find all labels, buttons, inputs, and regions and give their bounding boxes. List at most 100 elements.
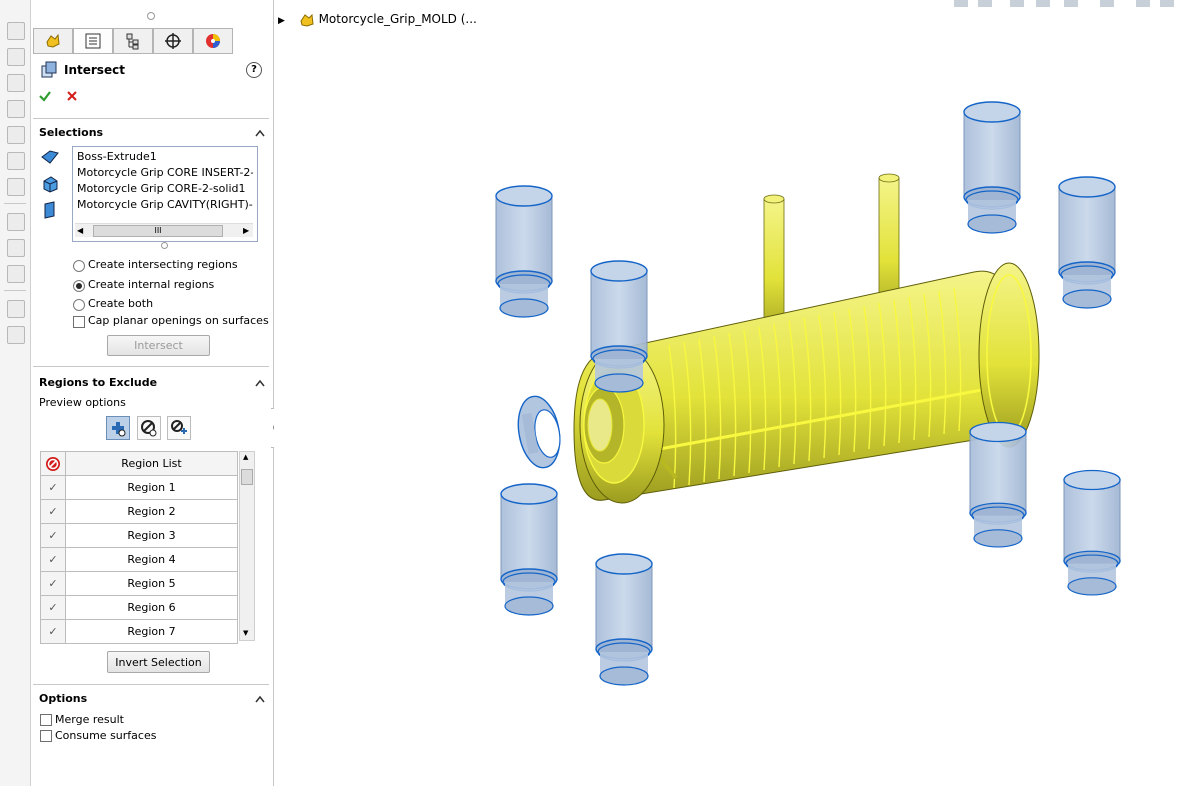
- table-row[interactable]: ✓ Region 5: [40, 571, 238, 596]
- region-list-table: Region List ✓ Region 1 ✓ Region 2 ✓ Region …: [40, 451, 238, 644]
- scroll-up-arrow-icon[interactable]: ▲: [243, 453, 248, 461]
- tool-icon-3[interactable]: [7, 74, 25, 92]
- tab-feature-manager[interactable]: [33, 28, 73, 54]
- preview-show-excluded-button[interactable]: [137, 416, 161, 440]
- intersect-button[interactable]: Intersect: [107, 335, 210, 356]
- body-select-icon: [41, 150, 59, 164]
- table-row[interactable]: ✓ Region 4: [40, 547, 238, 572]
- display-manager-icon: [206, 34, 220, 48]
- consume-surfaces-checkbox[interactable]: [40, 730, 52, 742]
- add-region-icon: [112, 422, 126, 437]
- region-list-scrollbar[interactable]: ▲ ▼: [239, 451, 255, 641]
- no-entry-icon: [46, 456, 60, 471]
- selections-section-title: Selections: [39, 126, 104, 139]
- region-label: Region 6: [65, 595, 238, 620]
- preview-show-both-button[interactable]: [167, 416, 191, 440]
- radio-internal-regions[interactable]: [73, 280, 85, 292]
- tool-strip: [0, 0, 31, 786]
- merge-result-label: Merge result: [55, 713, 124, 726]
- scroll-thumb[interactable]: III: [93, 225, 223, 237]
- row-checkmark-icon[interactable]: ✓: [48, 553, 57, 566]
- option-label: Create intersecting regions: [88, 258, 238, 271]
- merge-result-checkbox[interactable]: [40, 714, 52, 726]
- region-list-column-header[interactable]: Region List: [65, 451, 238, 476]
- help-icon[interactable]: ?: [246, 62, 262, 78]
- scroll-down-arrow-icon[interactable]: ▼: [243, 629, 248, 637]
- collapse-chevron-icon[interactable]: [255, 694, 265, 704]
- row-checkmark-icon[interactable]: ✓: [48, 529, 57, 542]
- selection-item[interactable]: Motorcycle Grip CAVITY(RIGHT)-1-s: [77, 198, 253, 211]
- row-checkmark-icon[interactable]: ✓: [48, 481, 57, 494]
- tool-separator: [4, 203, 26, 204]
- table-row[interactable]: ✓ Region 1: [40, 475, 238, 500]
- tool-icon-11[interactable]: [7, 300, 25, 318]
- cancel-x-icon[interactable]: [66, 90, 78, 102]
- region-label: Region 2: [65, 499, 238, 524]
- region-label: Region 1: [65, 475, 238, 500]
- table-row[interactable]: ✓ Region 6: [40, 595, 238, 620]
- selection-item[interactable]: Motorcycle Grip CORE-2-solid1: [77, 182, 253, 195]
- both-region-icon: [171, 420, 187, 434]
- tab-configuration-manager[interactable]: [113, 28, 153, 54]
- row-checkmark-icon[interactable]: ✓: [48, 601, 57, 614]
- table-row[interactable]: ✓ Region 2: [40, 499, 238, 524]
- exclude-column-header: [40, 451, 66, 476]
- table-row[interactable]: ✓ Region 3: [40, 523, 238, 548]
- invert-selection-button[interactable]: Invert Selection: [107, 651, 210, 673]
- region-label: Region 7: [65, 619, 238, 644]
- scroll-left-arrow-icon[interactable]: ◀: [77, 226, 83, 235]
- tool-icon-6[interactable]: [7, 152, 25, 170]
- radio-create-both[interactable]: [73, 299, 85, 311]
- region-label: Region 3: [65, 523, 238, 548]
- divider: [33, 118, 269, 119]
- selection-item[interactable]: Boss-Extrude1: [77, 150, 253, 163]
- options-section-title: Options: [39, 692, 88, 705]
- consume-surfaces-label: Consume surfaces: [55, 729, 157, 742]
- divider: [33, 366, 269, 367]
- tab-dimxpert[interactable]: [153, 28, 193, 54]
- mold-model-scene: [495, 101, 1121, 686]
- selection-item[interactable]: Motorcycle Grip CORE INSERT-2-so: [77, 166, 253, 179]
- preview-show-included-button[interactable]: [106, 416, 130, 440]
- ok-checkmark-icon[interactable]: [38, 89, 52, 103]
- row-checkmark-icon[interactable]: ✓: [48, 505, 57, 518]
- region-list-header: Region List: [40, 451, 238, 476]
- option-label: Create internal regions: [88, 278, 215, 291]
- cap-planar-label: Cap planar openings on surfaces: [88, 314, 269, 327]
- tool-icon-8[interactable]: [7, 213, 25, 231]
- tool-icon-1[interactable]: [7, 22, 25, 40]
- tab-display-manager[interactable]: [193, 28, 233, 54]
- graphics-viewport[interactable]: ▶ Motorcycle_Grip_MOLD (...: [274, 0, 1186, 786]
- divider: [33, 684, 269, 685]
- tool-icon-9[interactable]: [7, 239, 25, 257]
- preview-options-label: Preview options: [39, 396, 126, 409]
- radio-intersecting-regions[interactable]: [73, 260, 85, 272]
- tool-icon-4[interactable]: [7, 100, 25, 118]
- feature-manager-icon: [46, 33, 60, 48]
- tool-icon-2[interactable]: [7, 48, 25, 66]
- dimxpert-icon: [165, 33, 181, 49]
- feature-title: Intersect: [64, 63, 125, 77]
- tool-icon-5[interactable]: [7, 126, 25, 144]
- scroll-right-arrow-icon[interactable]: ▶: [243, 226, 249, 235]
- panel-splitter-grip[interactable]: [147, 12, 155, 20]
- tool-icon-10[interactable]: [7, 265, 25, 283]
- horizontal-scrollbar[interactable]: ◀ III ▶: [75, 223, 253, 237]
- list-resize-grip[interactable]: [161, 242, 168, 249]
- property-manager-icon: [85, 33, 101, 49]
- tool-icon-12[interactable]: [7, 326, 25, 344]
- exclude-region-icon: [141, 420, 157, 437]
- tab-property-manager[interactable]: [73, 28, 113, 54]
- row-checkmark-icon[interactable]: ✓: [48, 625, 57, 638]
- tool-icon-7[interactable]: [7, 178, 25, 196]
- collapse-chevron-icon[interactable]: [255, 378, 265, 388]
- option-label: Create both: [88, 297, 154, 310]
- row-checkmark-icon[interactable]: ✓: [48, 577, 57, 590]
- scroll-thumb[interactable]: [241, 469, 253, 485]
- cap-planar-checkbox[interactable]: [73, 316, 85, 328]
- collapse-chevron-icon[interactable]: [255, 128, 265, 138]
- solid-body-icon: [43, 176, 58, 193]
- selections-listbox[interactable]: Boss-Extrude1 Motorcycle Grip CORE INSER…: [72, 146, 258, 242]
- table-row[interactable]: ✓ Region 7: [40, 619, 238, 644]
- region-label: Region 4: [65, 547, 238, 572]
